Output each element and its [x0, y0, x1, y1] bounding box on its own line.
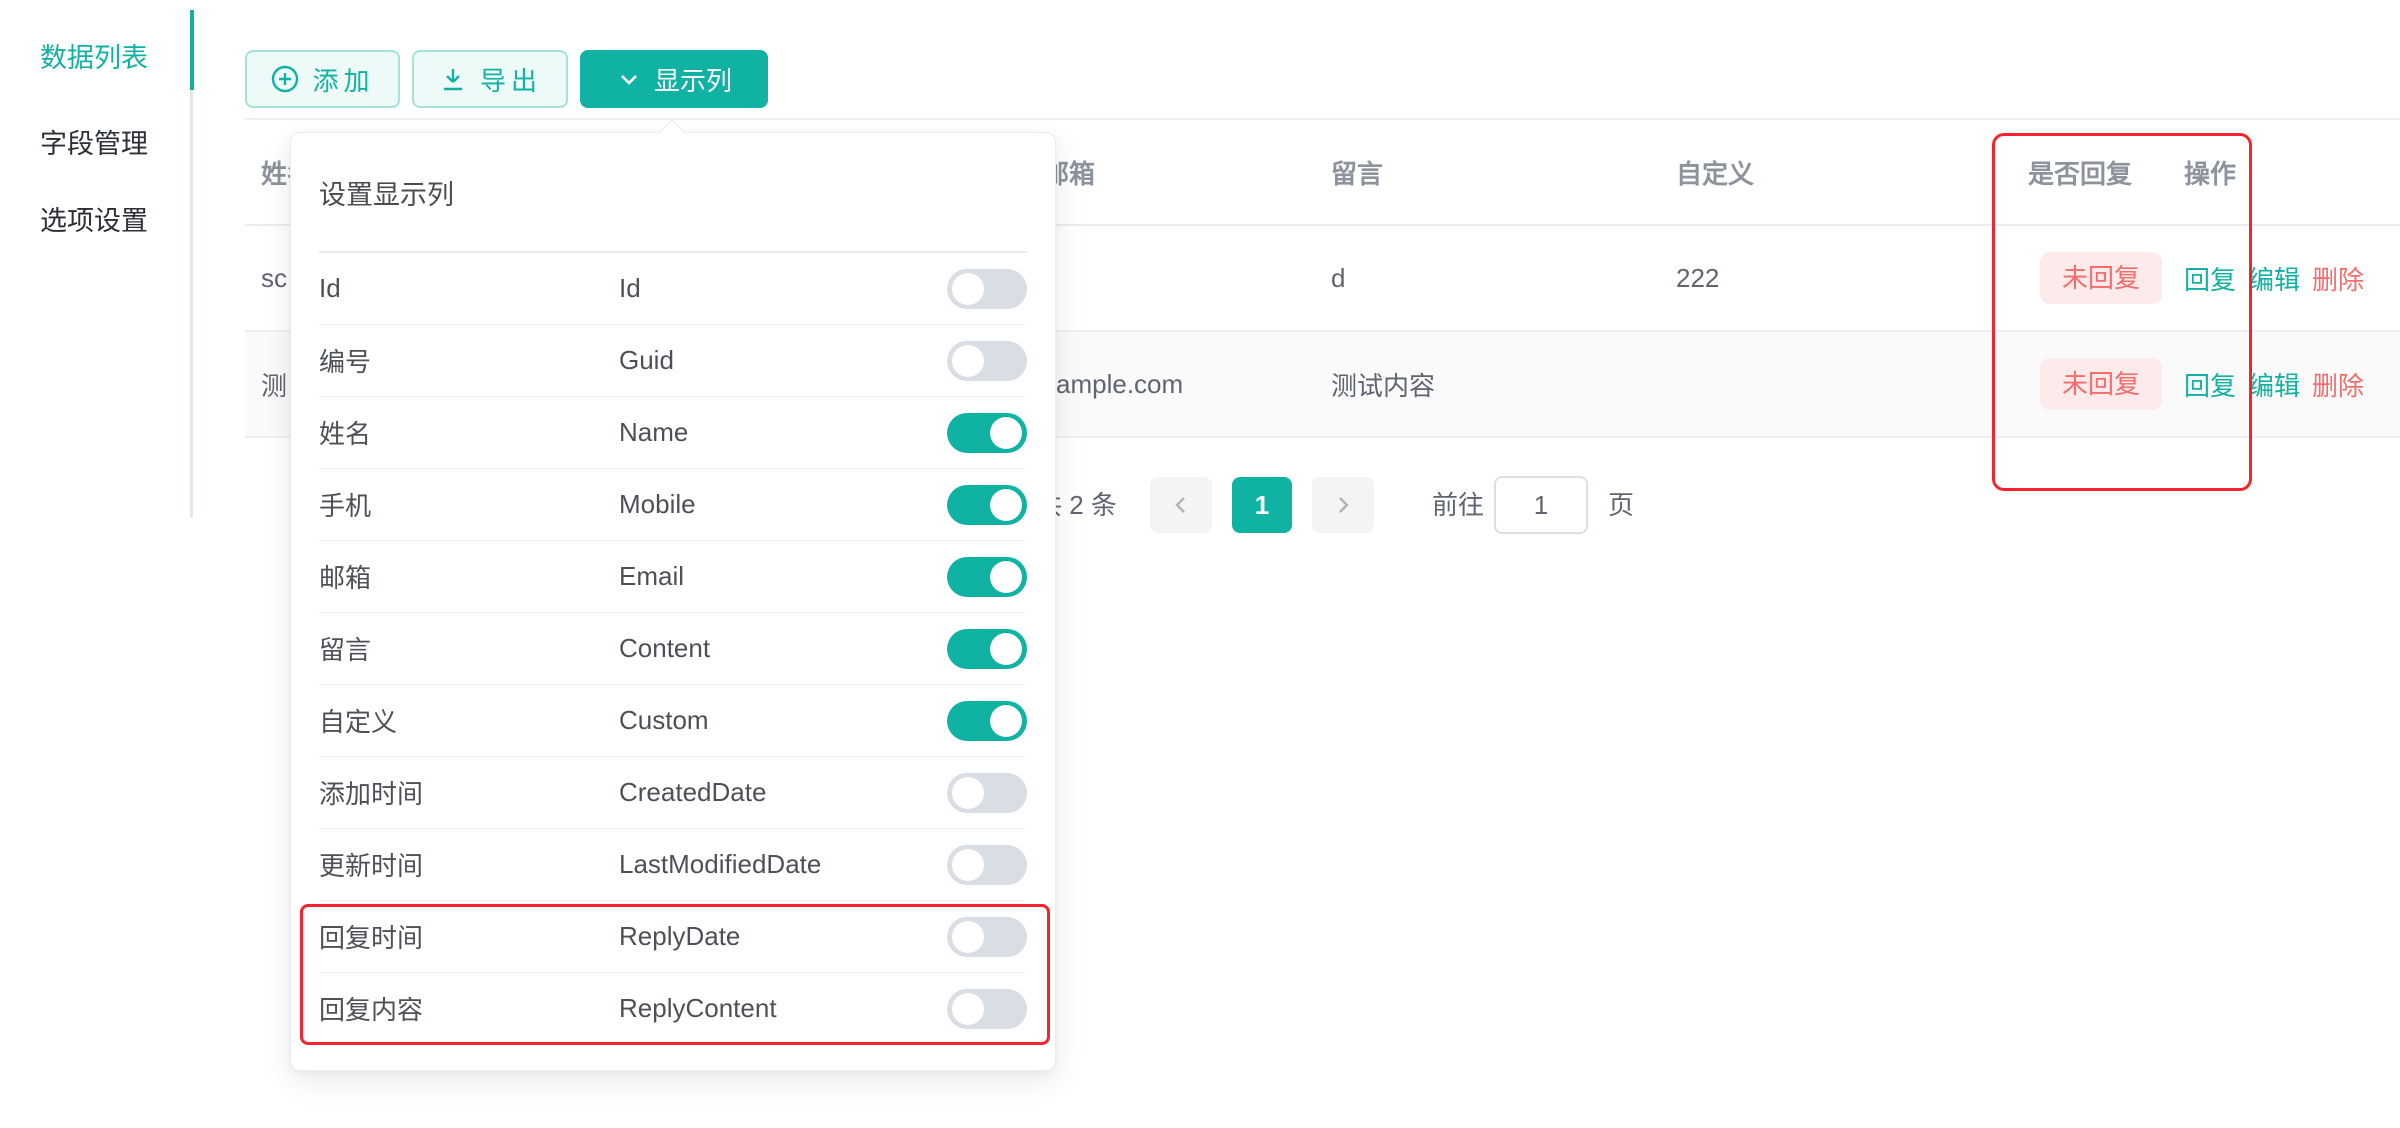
column-field-name: LastModifiedDate: [619, 849, 947, 880]
pagination-prev-button[interactable]: [1150, 477, 1212, 533]
column-field-name: Email: [619, 561, 947, 592]
pagination-next-button[interactable]: [1312, 477, 1374, 533]
display-columns-button[interactable]: 显示列: [580, 50, 768, 108]
edit-link[interactable]: 编辑: [2248, 265, 2300, 295]
column-label-zh: 姓名: [319, 414, 619, 451]
column-field-name: Name: [619, 417, 947, 448]
edit-link[interactable]: 编辑: [2248, 371, 2300, 401]
column-toggle-row: 邮箱 Email: [319, 541, 1027, 613]
header-reply-status: 是否回复: [2014, 154, 2164, 191]
column-toggle-row: Id Id: [319, 253, 1027, 325]
column-toggle-switch[interactable]: [947, 269, 1027, 309]
header-content: 留言: [1330, 154, 1676, 191]
header-actions: 操作: [2164, 154, 2400, 191]
status-badge: 未回复: [2040, 358, 2162, 410]
column-toggle-row: 添加时间 CreatedDate: [319, 757, 1027, 829]
column-toggle-switch[interactable]: [947, 701, 1027, 741]
column-label-zh: 自定义: [319, 702, 619, 739]
column-toggle-row: 留言 Content: [319, 613, 1027, 685]
column-toggle-switch[interactable]: [947, 557, 1027, 597]
column-label-zh: 手机: [319, 486, 619, 523]
column-field-name: Guid: [619, 345, 947, 376]
add-button[interactable]: 添加: [245, 50, 400, 108]
export-button-label: 导出: [480, 61, 542, 98]
column-label-zh: Id: [319, 273, 619, 304]
column-toggle-switch[interactable]: [947, 773, 1027, 813]
download-icon: [438, 64, 468, 94]
column-toggle-switch[interactable]: [947, 989, 1027, 1029]
popover-title: 设置显示列: [319, 133, 1027, 253]
status-badge: 未回复: [2040, 252, 2162, 304]
reply-link[interactable]: 回复: [2184, 265, 2236, 295]
column-label-zh: 添加时间: [319, 774, 619, 811]
sidebar-item-data-list[interactable]: 数据列表: [40, 36, 148, 75]
column-toggle-switch[interactable]: [947, 629, 1027, 669]
cell-content: 测试内容: [1330, 366, 1676, 403]
column-label-zh: 留言: [319, 630, 619, 667]
column-toggle-row: 手机 Mobile: [319, 469, 1027, 541]
reply-link[interactable]: 回复: [2184, 371, 2236, 401]
column-field-name: ReplyDate: [619, 921, 947, 952]
header-custom: 自定义: [1676, 154, 2014, 191]
pagination-current-page[interactable]: 1: [1232, 477, 1292, 533]
chevron-right-icon: [1331, 493, 1355, 517]
pagination-page-unit: 页: [1608, 477, 1634, 533]
delete-link[interactable]: 删除: [2312, 371, 2364, 401]
column-toggle-switch[interactable]: [947, 845, 1027, 885]
display-columns-popover: 设置显示列 Id Id 编号 Guid 姓名 Name 手机 Mobile 邮箱…: [290, 132, 1056, 1071]
column-toggle-row: 更新时间 LastModifiedDate: [319, 829, 1027, 901]
column-field-name: Mobile: [619, 489, 947, 520]
column-toggle-switch[interactable]: [947, 917, 1027, 957]
column-toggle-row: 回复时间 ReplyDate: [319, 901, 1027, 973]
column-toggle-switch[interactable]: [947, 413, 1027, 453]
export-button[interactable]: 导出: [412, 50, 568, 108]
column-label-zh: 回复时间: [319, 918, 619, 955]
delete-link[interactable]: 删除: [2312, 265, 2364, 295]
add-button-label: 添加: [312, 61, 374, 98]
chevron-left-icon: [1169, 493, 1193, 517]
column-field-name: CreatedDate: [619, 777, 947, 808]
column-toggle-row: 自定义 Custom: [319, 685, 1027, 757]
cell-content: d: [1330, 263, 1676, 294]
sidebar-divider: [190, 90, 193, 518]
column-label-zh: 邮箱: [319, 558, 619, 595]
column-toggle-switch[interactable]: [947, 341, 1027, 381]
column-field-name: Id: [619, 273, 947, 304]
column-field-name: Content: [619, 633, 947, 664]
cell-email: sample.com: [1019, 369, 1330, 400]
sidebar-active-indicator: [190, 10, 194, 90]
pagination-goto-label: 前往: [1432, 477, 1484, 533]
column-field-name: ReplyContent: [619, 993, 947, 1024]
chevron-down-icon: [616, 66, 642, 92]
cell-custom: 222: [1676, 263, 2014, 294]
column-field-name: Custom: [619, 705, 947, 736]
display-columns-button-label: 显示列: [654, 61, 732, 98]
plus-circle-icon: [270, 64, 300, 94]
column-toggle-row: 姓名 Name: [319, 397, 1027, 469]
header-email: 邮箱: [1019, 154, 1330, 191]
column-toggle-switch[interactable]: [947, 485, 1027, 525]
column-toggle-row: 编号 Guid: [319, 325, 1027, 397]
pagination-page-input[interactable]: [1494, 476, 1588, 534]
column-toggle-row: 回复内容 ReplyContent: [319, 973, 1027, 1045]
column-label-zh: 回复内容: [319, 990, 619, 1027]
column-label-zh: 编号: [319, 342, 619, 379]
sidebar-item-option-settings[interactable]: 选项设置: [40, 199, 148, 238]
sidebar-item-field-management[interactable]: 字段管理: [40, 122, 148, 161]
column-label-zh: 更新时间: [319, 846, 619, 883]
